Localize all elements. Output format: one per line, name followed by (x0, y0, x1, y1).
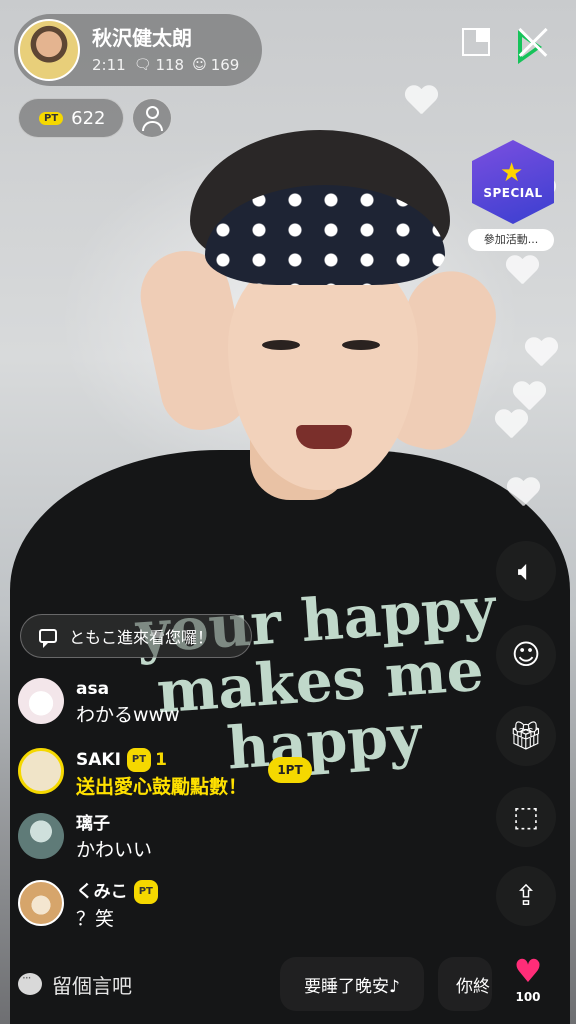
gift-points-chip: 1PT (268, 757, 312, 783)
floating-heart-icon (505, 256, 539, 286)
chat-username-text: くみこ (76, 882, 128, 902)
streamer-info: 秋沢健太朗 2:11 🗨︎ 118 ☺︎ 169 (92, 26, 239, 74)
speaker-icon: 🔈︎ (517, 554, 535, 587)
comment-placeholder: 留個言吧 (52, 973, 132, 998)
pt-badge: PT (126, 748, 152, 772)
viewers-button[interactable]: ☺︎ (496, 625, 556, 685)
floating-heart-icon (404, 86, 438, 116)
gift-icon: 🎁︎ (508, 719, 544, 752)
join-notice: ともこ進來看您囉！ (20, 614, 252, 658)
gift-points: 1 (155, 750, 167, 770)
chat-username: 璃子 (76, 813, 152, 835)
like-button[interactable]: ♥ 100 (500, 952, 556, 1014)
comment-icon: 🗨︎ (133, 57, 152, 73)
chat-message-content: くみこ PT ？笑 (76, 880, 162, 932)
floating-heart-icon (512, 382, 546, 412)
chat-avatar[interactable] (18, 678, 64, 724)
user-icon-body (142, 121, 163, 131)
chat-text: わかるwww (76, 704, 180, 726)
close-icon[interactable] (512, 22, 552, 64)
points-balance[interactable]: PT 622 (18, 98, 124, 138)
chat-avatar[interactable] (18, 880, 64, 926)
chat-username-text: asa (76, 679, 110, 699)
eye (262, 340, 300, 350)
chat-text: ？笑 (76, 908, 115, 930)
chat-avatar[interactable] (18, 748, 64, 794)
volume-button[interactable]: 🔈︎ (496, 541, 556, 601)
chat-avatar[interactable] (18, 813, 64, 859)
chat-username-text: SAKI (76, 750, 121, 770)
follow-button[interactable] (132, 98, 172, 138)
camera-scan-icon: ⬚ (512, 800, 540, 833)
join-notice-text: ともこ進來看您囉！ (69, 628, 214, 647)
speech-bubble-icon (39, 629, 57, 648)
stream-stats: 2:11 🗨︎ 118 ☺︎ 169 (92, 56, 239, 74)
heart-icon: ♥ (513, 952, 543, 990)
share-icon: ⇪ (514, 879, 538, 912)
chat-message[interactable]: くみこ PT ？笑 (18, 880, 162, 932)
chat-message-content: SAKI PT 1 送出愛心鼓勵點數！ (76, 748, 247, 800)
like-count: 100 (515, 990, 541, 1004)
quick-reply-button[interactable]: 要睡了晚安♪ (280, 957, 424, 1011)
chat-message[interactable]: 璃子 かわいい (18, 813, 152, 863)
special-label: SPECIAL (483, 186, 543, 200)
user-icon (146, 106, 159, 119)
users-icon: ☺︎ (511, 638, 541, 671)
chat-username: くみこ PT (76, 880, 162, 904)
join-event-button[interactable]: 參加活動... (468, 229, 554, 251)
mouth (296, 425, 352, 449)
streamer-name: 秋沢健太朗 (92, 26, 192, 50)
viewer-count: 169 (210, 56, 240, 74)
share-button[interactable]: ⇪ (496, 866, 556, 926)
pip-inner (476, 28, 490, 42)
chat-message[interactable]: SAKI PT 1 送出愛心鼓勵點數！ (18, 748, 247, 800)
chat-bubble-icon (18, 971, 42, 995)
eye (342, 340, 380, 350)
chat-username: SAKI PT 1 (76, 748, 247, 772)
star-icon: ★ (500, 158, 524, 188)
chat-text: 送出愛心鼓勵點數！ (76, 776, 248, 798)
gift-button[interactable]: 🎁︎ (496, 706, 556, 766)
pt-badge: PT (133, 880, 158, 904)
streamer-avatar[interactable] (18, 19, 80, 81)
viewer-icon: ☺︎ (192, 57, 207, 73)
floating-heart-icon (506, 478, 540, 508)
comment-input[interactable]: 留個言吧 (18, 962, 258, 1006)
picture-in-picture-icon[interactable] (458, 24, 498, 64)
chat-username: asa (76, 678, 180, 700)
screenshot-button[interactable]: ⬚ (496, 787, 556, 847)
floating-heart-icon (494, 410, 528, 440)
streamer-profile[interactable]: 秋沢健太朗 2:11 🗨︎ 118 ☺︎ 169 (14, 14, 262, 86)
floating-heart-icon (524, 338, 558, 368)
chat-message-content: asa わかるwww (76, 678, 180, 728)
chat-message[interactable]: asa わかるwww (18, 678, 180, 728)
points-value: 622 (71, 107, 106, 129)
chat-text: かわいい (76, 839, 153, 861)
pt-badge: PT (39, 111, 64, 125)
comment-count: 118 (155, 56, 185, 74)
chat-message-content: 璃子 かわいい (76, 813, 152, 863)
quick-reply-button[interactable]: 你終 (438, 957, 492, 1011)
stream-duration: 2:11 (92, 56, 126, 74)
chat-username-text: 璃子 (76, 814, 110, 834)
